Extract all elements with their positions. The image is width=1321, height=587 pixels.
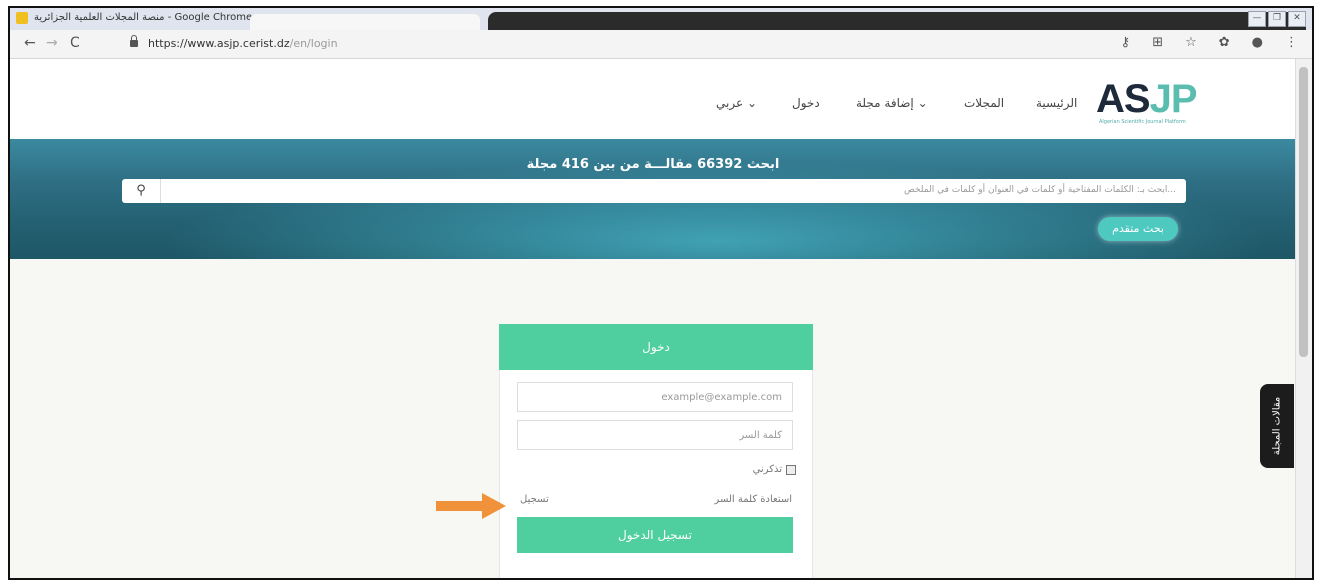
menu-icon[interactable]: ⋮	[1285, 35, 1298, 50]
remember-me-checkbox[interactable]	[786, 464, 796, 475]
search-box: ⚲ ابحث بـ: الكلمات المفتاحية أو كلمات في…	[122, 179, 1186, 203]
nav-login[interactable]: دخول	[792, 96, 820, 110]
window-title: منصة المجلات العلمية الجزائرية - Google …	[34, 12, 253, 23]
search-banner: ابحث 66392 مقالـــة من بين 416 مجلة ⚲ اب…	[10, 139, 1296, 259]
login-header: دخول	[499, 324, 813, 370]
active-tab[interactable]	[250, 14, 480, 30]
site-header: ASJP Algerian Scientific Journal Platfor…	[10, 59, 1296, 139]
password-input[interactable]	[518, 421, 792, 449]
extension-icon[interactable]: ✿	[1219, 35, 1230, 50]
address-bar-icons: ⚷ ⊞ ☆ ✿ ● ⋮	[1121, 35, 1298, 50]
search-input[interactable]: ابحث بـ: الكلمات المفتاحية أو كلمات في ا…	[904, 185, 1176, 195]
nav-home[interactable]: الرئيسية	[1036, 96, 1077, 110]
side-tab[interactable]: مقالات المجلة	[1260, 384, 1294, 468]
side-tab-label: مقالات المجلة	[1271, 396, 1283, 456]
password-field[interactable]	[517, 420, 793, 450]
back-button[interactable]: ←	[24, 35, 36, 51]
url-path: /en/login	[289, 37, 338, 50]
address-bar: ← → C https://www.asjp.cerist.dz/en/logi…	[10, 30, 1312, 59]
window-title-bar: منصة المجلات العلمية الجزائرية - Google …	[10, 8, 1312, 31]
remember-me-label: تذكرني	[752, 464, 782, 475]
translate-icon[interactable]: ⊞	[1152, 35, 1163, 50]
maximize-button[interactable]: ❐	[1268, 11, 1286, 27]
advanced-search-button[interactable]: بحث متقدم	[1098, 217, 1178, 241]
web-page: ASJP Algerian Scientific Journal Platfor…	[10, 59, 1296, 578]
remember-me[interactable]: تذكرني	[753, 464, 796, 475]
lock-icon	[130, 35, 138, 47]
nav-add-journal[interactable]: إضافة مجلة ⌄	[856, 96, 928, 110]
email-field[interactable]	[517, 382, 793, 412]
window-controls: — ❐ ✕	[1248, 11, 1306, 27]
orange-arrow-icon	[436, 493, 506, 519]
logo-subtitle: Algerian Scientific Journal Platform	[1099, 119, 1186, 125]
close-button[interactable]: ✕	[1288, 11, 1306, 27]
page-scrollbar[interactable]	[1295, 59, 1312, 578]
key-icon[interactable]: ⚷	[1121, 35, 1131, 50]
forward-button[interactable]: →	[46, 35, 58, 51]
url-host: https://www.asjp.cerist.dz	[148, 37, 290, 50]
search-icon[interactable]: ⚲	[122, 179, 161, 203]
chrome-icon	[16, 12, 28, 24]
url-field[interactable]: https://www.asjp.cerist.dz/en/login	[148, 37, 338, 50]
email-input[interactable]	[518, 383, 792, 411]
nav-journals[interactable]: المجلات	[964, 96, 1004, 110]
reload-button[interactable]: C	[70, 35, 80, 51]
login-form: تذكرني استعادة كلمة السر تسجيل تسجيل الد…	[499, 370, 813, 578]
minimize-button[interactable]: —	[1248, 11, 1266, 27]
tab-strip	[488, 12, 1306, 30]
banner-title: ابحث 66392 مقالـــة من بين 416 مجلة	[526, 157, 780, 172]
scrollbar-thumb[interactable]	[1299, 67, 1308, 357]
site-logo[interactable]: ASJP	[1096, 77, 1198, 122]
forgot-password-link[interactable]: استعادة كلمة السر	[714, 494, 792, 505]
star-icon[interactable]: ☆	[1185, 35, 1197, 50]
register-link[interactable]: تسجيل	[520, 494, 549, 505]
profile-icon[interactable]: ●	[1252, 35, 1263, 50]
browser-window: منصة المجلات العلمية الجزائرية - Google …	[8, 6, 1314, 580]
nav-language[interactable]: عربي ⌄	[716, 96, 757, 110]
login-submit-button[interactable]: تسجيل الدخول	[517, 517, 793, 553]
